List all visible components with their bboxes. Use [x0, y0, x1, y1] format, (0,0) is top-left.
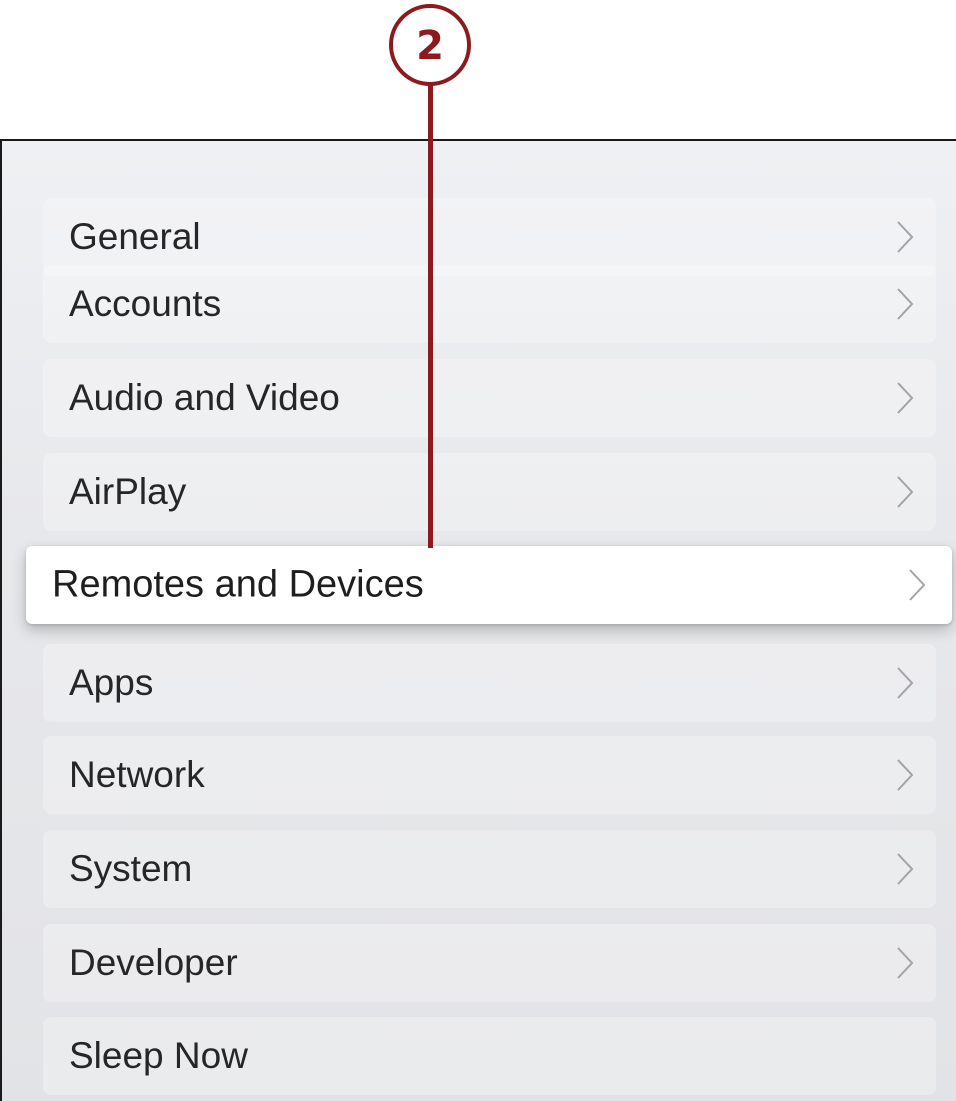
menu-item-audio-and-video[interactable]: Audio and Video [43, 359, 936, 437]
chevron-right-icon [908, 568, 926, 602]
menu-item-label: Sleep Now [69, 1035, 248, 1076]
menu-item-label: Network [69, 754, 205, 795]
settings-screen: General Accounts Audio and Video AirPlay [0, 139, 956, 1101]
menu-item-label: Apps [69, 662, 154, 703]
menu-item-label: Accounts [69, 283, 222, 324]
chevron-right-icon [896, 946, 914, 980]
chevron-right-icon [896, 475, 914, 509]
callout-marker: 2 [389, 4, 471, 86]
menu-item-sleep-now[interactable]: Sleep Now [43, 1017, 936, 1095]
menu-item-label: AirPlay [69, 471, 187, 512]
menu-item-remotes-and-devices[interactable]: Remotes and Devices [26, 546, 952, 624]
menu-item-system[interactable]: System [43, 830, 936, 908]
chevron-right-icon [896, 381, 914, 415]
menu-item-accounts[interactable]: Accounts [43, 265, 936, 343]
chevron-right-icon [896, 287, 914, 321]
menu-item-airplay[interactable]: AirPlay [43, 453, 936, 531]
menu-item-label: Developer [69, 942, 238, 983]
callout-pointer-line [428, 84, 433, 548]
menu-item-label: General [69, 216, 201, 257]
menu-item-network[interactable]: Network [43, 736, 936, 814]
menu-item-label: System [69, 848, 193, 889]
chevron-right-icon [896, 758, 914, 792]
menu-item-label: Remotes and Devices [52, 563, 424, 606]
chevron-right-icon [896, 666, 914, 700]
chevron-right-icon [896, 852, 914, 886]
callout-number: 2 [416, 23, 444, 69]
settings-menu-list: General Accounts Audio and Video AirPlay [2, 141, 956, 1101]
menu-item-label: Audio and Video [69, 377, 340, 418]
menu-item-developer[interactable]: Developer [43, 924, 936, 1002]
chevron-right-icon [896, 220, 914, 254]
menu-item-apps[interactable]: Apps [43, 644, 936, 722]
